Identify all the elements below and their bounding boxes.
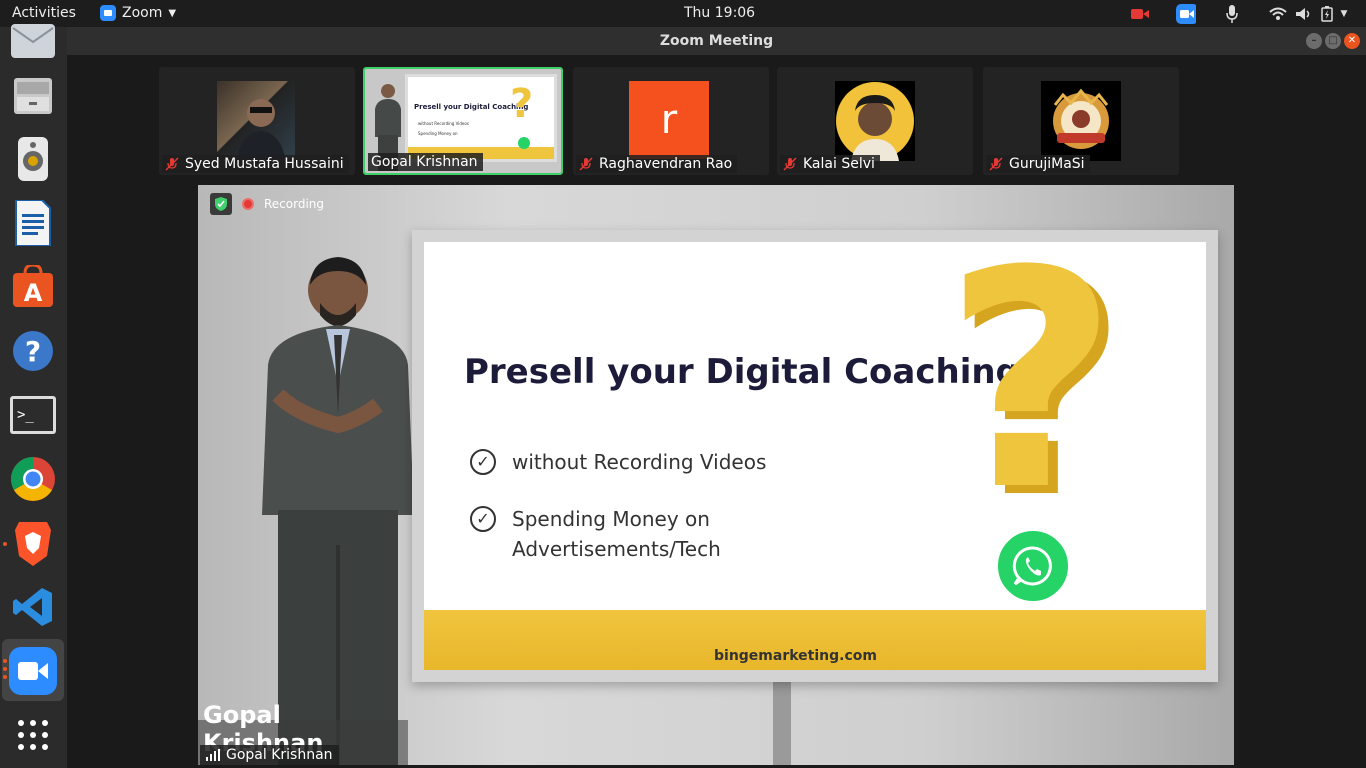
brave-icon[interactable] bbox=[9, 519, 57, 567]
participant-name-label: GurujiMaSi bbox=[986, 155, 1090, 173]
zoom-tray-icon[interactable] bbox=[1176, 3, 1196, 24]
window-title: Zoom Meeting bbox=[659, 33, 774, 49]
slide-footer-url: bingemarketing.com bbox=[714, 648, 877, 664]
slide-bullet-text: without Recording Videos bbox=[512, 450, 767, 474]
mini-slide-bullet: without Recording Videos bbox=[418, 121, 469, 126]
participant-name: Syed Mustafa Hussaini bbox=[185, 156, 344, 172]
terminal-icon[interactable]: >_ bbox=[9, 391, 57, 439]
running-indicator bbox=[3, 659, 7, 663]
chevron-down-icon: ▼ bbox=[1340, 8, 1348, 19]
slide-bullet: ✓ Spending Money on Advertisements/Tech bbox=[470, 504, 721, 564]
whatsapp-icon bbox=[518, 137, 530, 149]
chrome-icon[interactable] bbox=[9, 455, 57, 503]
battery-icon bbox=[1320, 5, 1333, 22]
whatsapp-icon bbox=[994, 527, 1072, 605]
participant-name: Kalai Selvi bbox=[803, 156, 875, 172]
participant-name: GurujiMaSi bbox=[1009, 156, 1085, 172]
chevron-down-icon: ▼ bbox=[168, 7, 177, 19]
software-center-icon[interactable]: A bbox=[9, 263, 57, 311]
system-tray: ▼ bbox=[1130, 3, 1348, 24]
speaker-app-icon[interactable] bbox=[9, 135, 57, 183]
mini-slide: Presell your Digital Coaching without Re… bbox=[405, 74, 557, 162]
participant-name-label: Syed Mustafa Hussaini bbox=[162, 155, 349, 173]
close-button[interactable]: ✕ bbox=[1344, 33, 1360, 49]
clock[interactable]: Thu 19:06 bbox=[684, 5, 755, 21]
window-titlebar[interactable]: Zoom Meeting – □ ✕ bbox=[67, 27, 1366, 55]
participant-video bbox=[217, 81, 295, 159]
app-menu-label: Zoom bbox=[122, 5, 163, 21]
running-indicator bbox=[3, 675, 7, 679]
person-silhouette-icon bbox=[237, 99, 285, 159]
slide-bullet-text: Advertisements/Tech bbox=[512, 537, 721, 561]
participant-name: Raghavendran Rao bbox=[599, 156, 733, 172]
checkmark-icon: ✓ bbox=[470, 506, 496, 532]
participant-name-label: Raghavendran Rao bbox=[576, 155, 738, 173]
participant-name-label: Kalai Selvi bbox=[780, 155, 880, 173]
top-bar: Activities Zoom ▼ Thu 19:06 ▼ bbox=[0, 0, 1366, 27]
avatar: r bbox=[629, 81, 709, 159]
participant-tile[interactable]: GurujiMaSi bbox=[983, 67, 1179, 175]
svg-text:?: ? bbox=[25, 335, 41, 368]
question-mark-graphic: ? bbox=[510, 81, 534, 127]
volume-icon bbox=[1295, 7, 1309, 20]
writer-icon[interactable] bbox=[9, 199, 57, 247]
recording-dot-icon bbox=[242, 198, 254, 210]
question-mark-graphic: ? bbox=[944, 207, 1119, 556]
window-controls: – □ ✕ bbox=[1306, 33, 1360, 49]
svg-text:A: A bbox=[24, 279, 43, 307]
shield-check-icon[interactable] bbox=[210, 193, 232, 215]
app-grid-icon[interactable] bbox=[9, 711, 57, 759]
slide-title: Presell your Digital Coaching bbox=[464, 352, 1020, 392]
participant-tile[interactable]: r Raghavendran Rao bbox=[573, 67, 769, 175]
vscode-icon[interactable] bbox=[9, 583, 57, 631]
participant-video bbox=[1041, 81, 1121, 161]
participant-tile-active[interactable]: Presell your Digital Coaching without Re… bbox=[363, 67, 563, 175]
video-record-icon[interactable] bbox=[1130, 4, 1150, 24]
status-icons[interactable]: ▼ bbox=[1268, 4, 1348, 24]
maximize-button[interactable]: □ bbox=[1325, 33, 1341, 49]
help-icon[interactable]: ? bbox=[9, 327, 57, 375]
checkmark-icon: ✓ bbox=[470, 449, 496, 475]
zoom-window: Zoom Meeting – □ ✕ Syed Mustafa Hussaini… bbox=[67, 27, 1366, 768]
presentation-slide: Presell your Digital Coaching ✓ without … bbox=[412, 230, 1218, 682]
participant-tile[interactable]: Syed Mustafa Hussaini bbox=[159, 67, 355, 175]
running-indicator bbox=[3, 667, 7, 671]
mic-muted-icon bbox=[989, 157, 1003, 171]
mini-slide-bullet: Spending Money on bbox=[418, 131, 458, 136]
zoom-app-icon bbox=[100, 5, 116, 21]
minimize-button[interactable]: – bbox=[1306, 33, 1322, 49]
wifi-icon bbox=[1268, 7, 1287, 20]
participant-tile[interactable]: Kalai Selvi bbox=[777, 67, 973, 175]
participant-video bbox=[835, 81, 915, 161]
zoom-dock-icon[interactable] bbox=[9, 647, 57, 695]
mic-muted-icon bbox=[579, 157, 593, 171]
speaker-name: Gopal Krishnan bbox=[226, 747, 333, 763]
running-indicator bbox=[3, 542, 7, 546]
file-manager-icon[interactable] bbox=[9, 72, 57, 120]
participant-name: Gopal Krishnan bbox=[371, 154, 478, 170]
signal-bars-icon bbox=[206, 749, 220, 761]
microphone-icon[interactable] bbox=[1222, 4, 1242, 24]
email-icon[interactable] bbox=[9, 17, 57, 65]
slide-bullet: ✓ without Recording Videos bbox=[470, 447, 766, 477]
avatar-letter: r bbox=[660, 97, 678, 143]
participant-name-label: Gopal Krishnan bbox=[368, 153, 483, 171]
app-menu[interactable]: Zoom ▼ bbox=[100, 5, 176, 21]
profile-photo-icon bbox=[836, 82, 914, 161]
slide-bullet-text: Spending Money on bbox=[512, 507, 710, 531]
mic-muted-icon bbox=[165, 157, 179, 171]
recording-label: Recording bbox=[264, 197, 325, 211]
main-speaker-video[interactable]: Presell your Digital Coaching ✓ without … bbox=[198, 185, 1234, 765]
mic-muted-icon bbox=[783, 157, 797, 171]
speaker-name-label: Gopal Krishnan bbox=[200, 745, 339, 765]
emblem-logo-icon bbox=[1053, 88, 1109, 149]
recording-indicator: Recording bbox=[210, 193, 324, 215]
svg-text:>_: >_ bbox=[17, 407, 34, 423]
stand-pole bbox=[773, 675, 791, 765]
presenter-figure bbox=[262, 257, 414, 765]
dock: A ? >_ bbox=[0, 24, 67, 768]
